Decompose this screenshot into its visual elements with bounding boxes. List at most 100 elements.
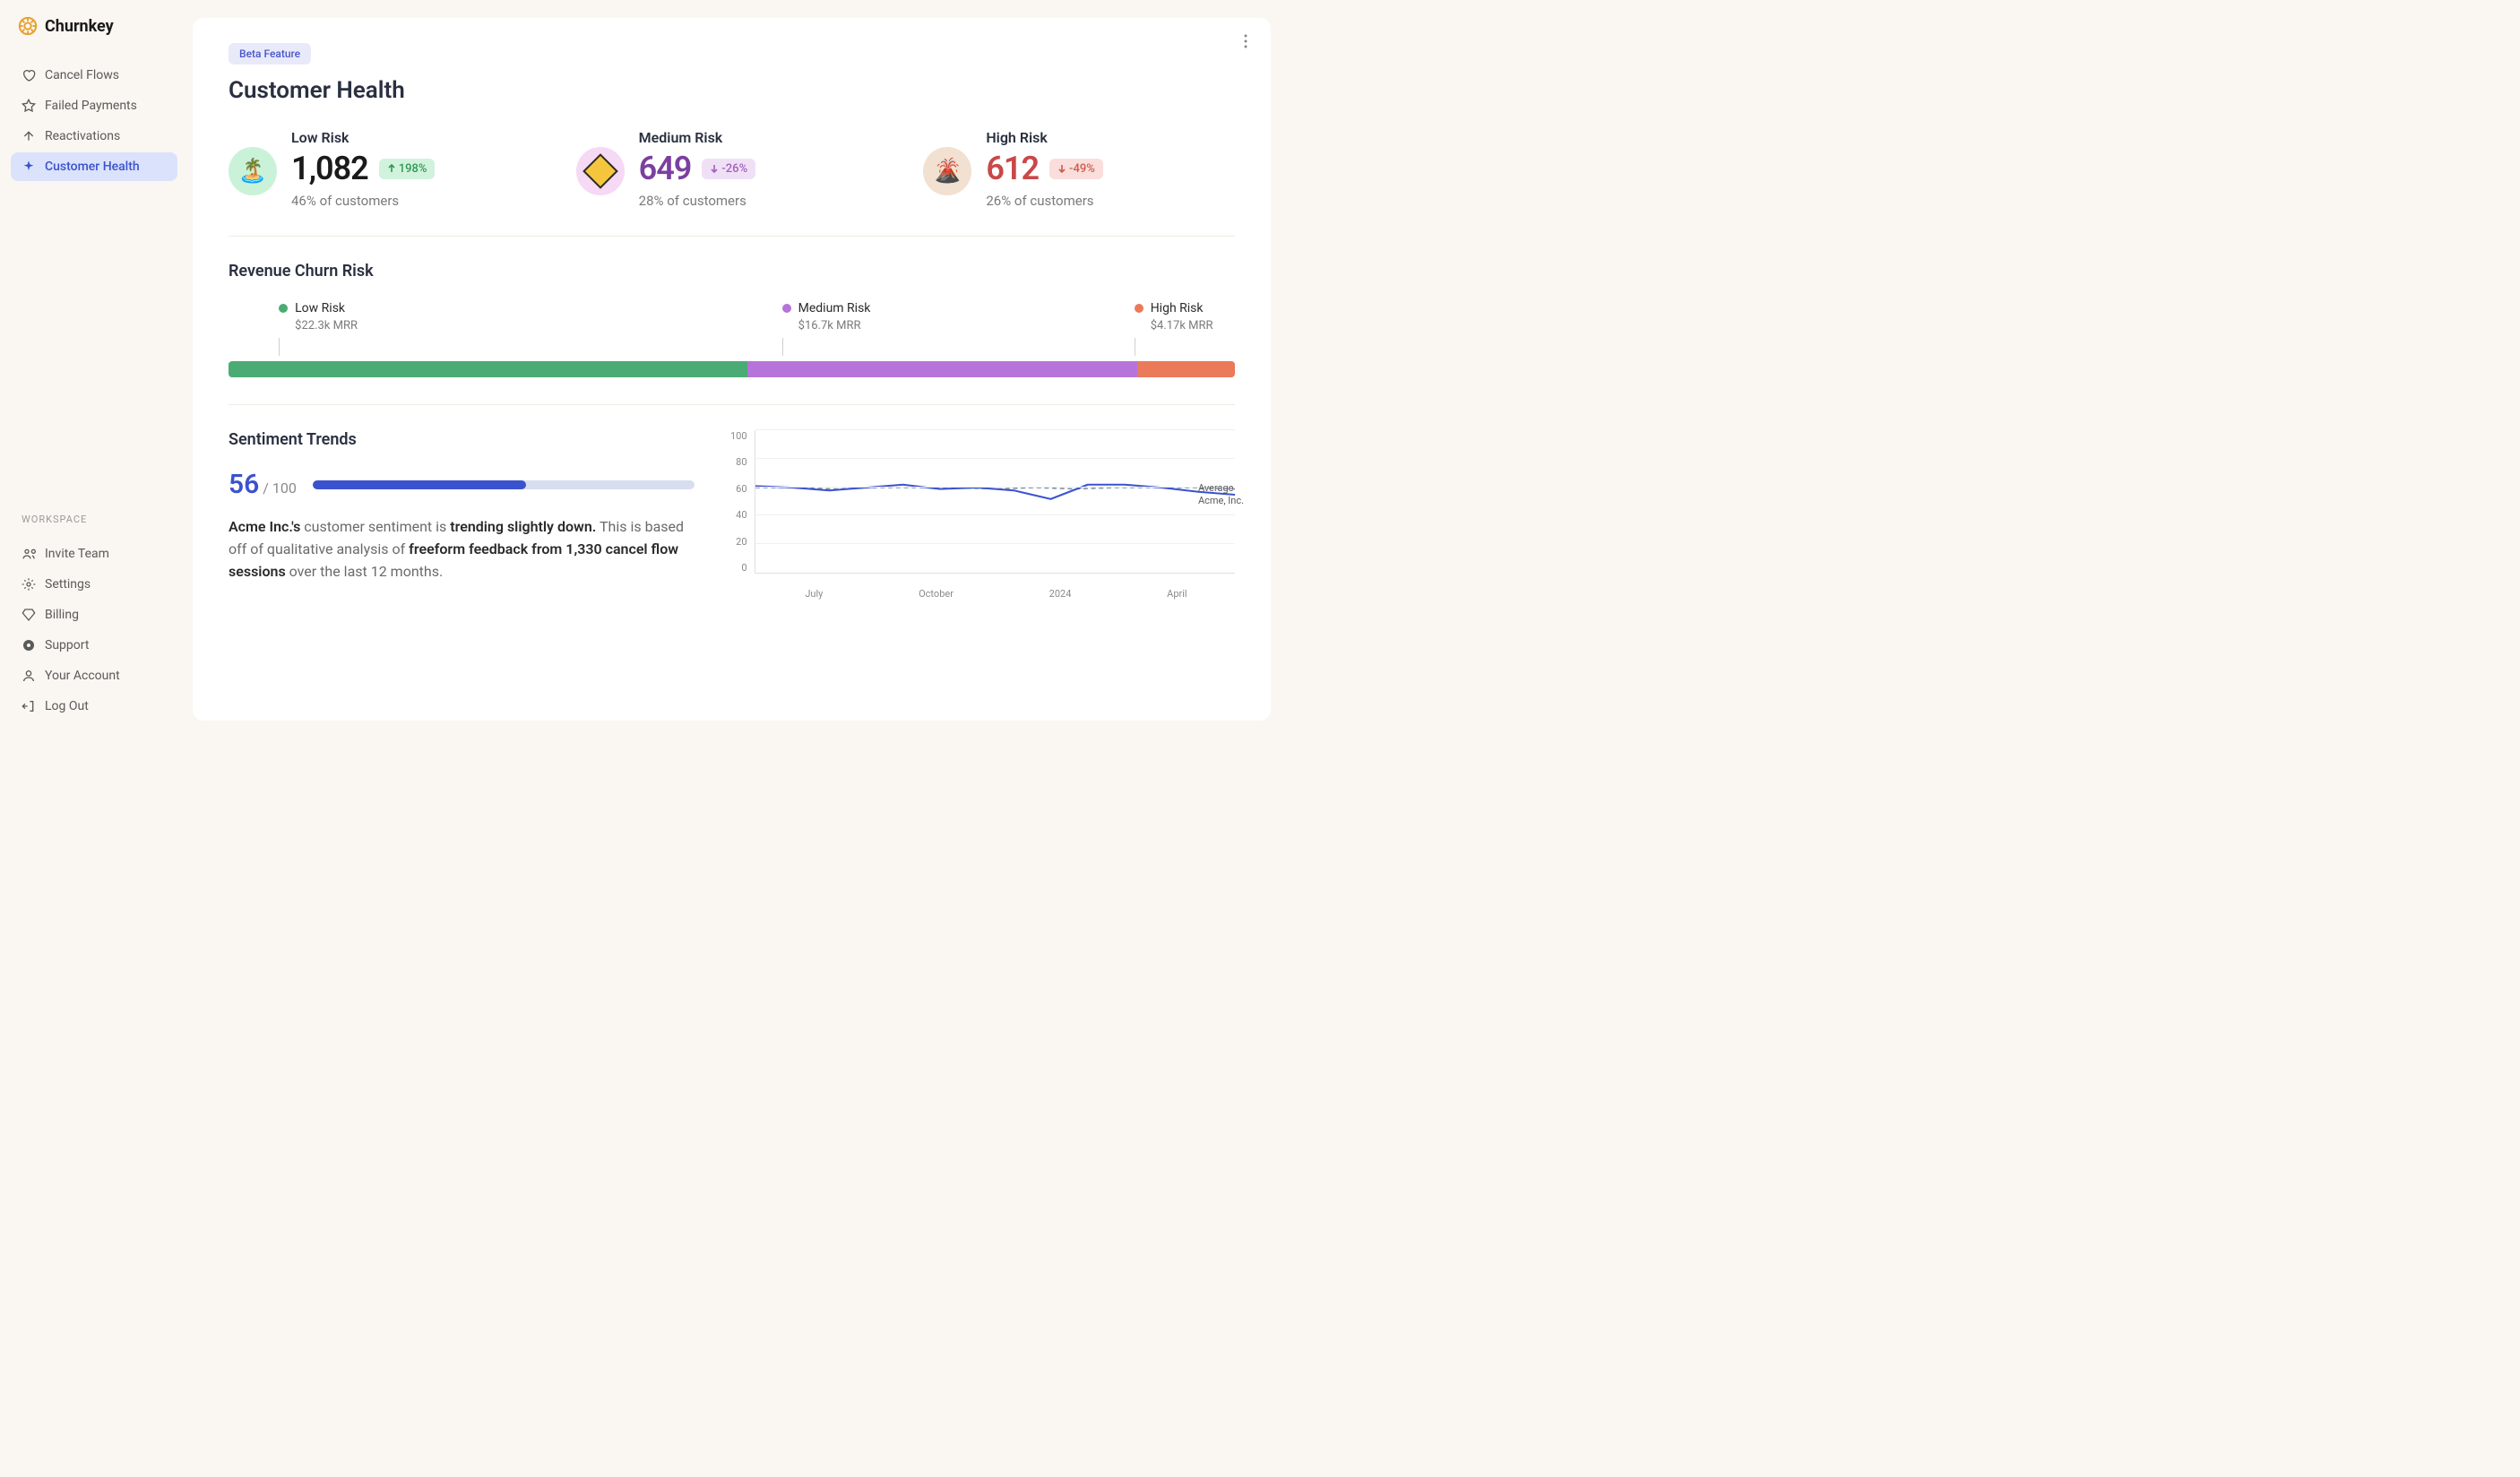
- legend-label: Medium Risk: [798, 300, 871, 318]
- users-icon: [22, 547, 36, 561]
- nav-cancel-flows[interactable]: Cancel Flows: [11, 61, 177, 90]
- delta-badge: -26%: [702, 159, 755, 179]
- risk-value: 649: [639, 150, 692, 187]
- risk-card-medium: Medium Risk 649 -26% 28% of customers: [576, 129, 888, 209]
- risk-card-high: 🌋 High Risk 612 -49% 26% of customers: [923, 129, 1235, 209]
- y-axis: 100806040200: [730, 430, 755, 574]
- nav-invite-team[interactable]: Invite Team: [11, 540, 177, 568]
- logo-icon: [18, 16, 38, 36]
- workspace-heading: WORKSPACE: [11, 506, 177, 532]
- sentiment-text: Acme Inc.'s customer sentiment is trendi…: [229, 516, 695, 583]
- sentiment-section: Sentiment Trends 56 / 100 Acme Inc.'s cu…: [229, 430, 1235, 600]
- arrow-up-icon: [22, 129, 36, 143]
- risk-sub: 46% of customers: [291, 193, 540, 209]
- risk-label: Medium Risk: [639, 129, 888, 146]
- delta-badge: -49%: [1049, 159, 1103, 179]
- dot-icon: [1135, 304, 1143, 313]
- legend-tick: [782, 338, 783, 356]
- arrow-down-icon: [1057, 164, 1066, 173]
- beta-badge: Beta Feature: [229, 43, 311, 65]
- chart-legend: Average Acme, Inc.: [1198, 482, 1244, 508]
- logout-icon: [22, 699, 36, 713]
- nav-label: Your Account: [45, 669, 120, 683]
- nav-workspace: Invite Team Settings Billing Support You…: [11, 540, 177, 722]
- page-title: Customer Health: [229, 77, 1235, 104]
- legend-label: High Risk: [1151, 300, 1213, 318]
- nav-failed-payments[interactable]: Failed Payments: [11, 91, 177, 120]
- bar-segment-high: [1137, 361, 1235, 377]
- bar-segment-low: [229, 361, 747, 377]
- nav-reactivations[interactable]: Reactivations: [11, 122, 177, 151]
- x-axis: JulyOctober2024April: [757, 588, 1235, 600]
- revenue-section: Revenue Churn Risk Low Risk $22.3k MRR M…: [229, 262, 1235, 405]
- revenue-legend: Low Risk $22.3k MRR Medium Risk $16.7k M…: [229, 300, 1235, 336]
- sentiment-score: 56: [229, 469, 259, 500]
- main-content: Beta Feature Customer Health 🏝️ Low Risk…: [188, 0, 1289, 738]
- delta-badge: 198%: [379, 159, 436, 179]
- risk-sub: 28% of customers: [639, 193, 888, 209]
- sentiment-score-row: 56 / 100: [229, 469, 695, 500]
- nav-customer-health[interactable]: Customer Health: [11, 152, 177, 181]
- arrow-up-icon: [387, 164, 396, 173]
- dots-vertical-icon: [1244, 34, 1247, 48]
- legend-value: $16.7k MRR: [798, 318, 871, 334]
- delta-value: 198%: [399, 162, 427, 176]
- nav-label: Reactivations: [45, 129, 120, 143]
- risk-value: 1,082: [291, 150, 368, 187]
- nav-label: Failed Payments: [45, 99, 137, 113]
- section-title: Sentiment Trends: [229, 430, 695, 449]
- sentiment-max: / 100: [263, 479, 297, 497]
- nav-support[interactable]: Support: [11, 631, 177, 660]
- more-menu-button[interactable]: [1237, 30, 1255, 52]
- legend-tick: [279, 338, 280, 356]
- legend-label: Low Risk: [295, 300, 358, 318]
- sentiment-bar: [313, 480, 695, 489]
- nav-logout[interactable]: Log Out: [11, 692, 177, 721]
- risk-summary-row: 🏝️ Low Risk 1,082 198% 46% of customers: [229, 129, 1235, 237]
- nav-label: Cancel Flows: [45, 68, 119, 82]
- brand-logo[interactable]: Churnkey: [11, 16, 177, 54]
- nav-label: Invite Team: [45, 547, 109, 561]
- risk-label: Low Risk: [291, 129, 540, 146]
- lifebuoy-icon: [22, 638, 36, 652]
- nav-label: Support: [45, 638, 89, 652]
- star-icon: [22, 99, 36, 113]
- legend-low: Low Risk $22.3k MRR: [279, 300, 358, 334]
- chart-plot: [755, 430, 1235, 574]
- risk-sub: 26% of customers: [986, 193, 1235, 209]
- bar-segment-medium: [747, 361, 1137, 377]
- brand-name: Churnkey: [45, 17, 114, 36]
- legend-label-avg: Average: [1198, 482, 1244, 495]
- island-icon: 🏝️: [229, 147, 277, 195]
- dot-icon: [782, 304, 791, 313]
- nav-label: Settings: [45, 577, 91, 592]
- heart-icon: [22, 68, 36, 82]
- risk-label: High Risk: [986, 129, 1235, 146]
- legend-high: High Risk $4.17k MRR: [1135, 300, 1213, 334]
- sidebar: Churnkey Cancel Flows Failed Payments Re…: [0, 0, 188, 738]
- nav-label: Billing: [45, 608, 79, 622]
- risk-value: 612: [986, 150, 1039, 187]
- sparkle-icon: [22, 160, 36, 174]
- revenue-bar: [229, 361, 1235, 377]
- legend-value: $4.17k MRR: [1151, 318, 1213, 334]
- content-card: Beta Feature Customer Health 🏝️ Low Risk…: [193, 18, 1271, 721]
- nav-label: Customer Health: [45, 160, 140, 174]
- nav-account[interactable]: Your Account: [11, 661, 177, 690]
- user-icon: [22, 669, 36, 683]
- diamond-icon: [22, 608, 36, 622]
- dot-icon: [279, 304, 288, 313]
- nav-main: Cancel Flows Failed Payments Reactivatio…: [11, 61, 177, 183]
- arrow-down-icon: [710, 164, 719, 173]
- nav-billing[interactable]: Billing: [11, 600, 177, 629]
- risk-card-low: 🏝️ Low Risk 1,082 198% 46% of customers: [229, 129, 540, 209]
- warning-sign-icon: [576, 147, 625, 195]
- delta-value: -49%: [1069, 162, 1095, 176]
- legend-label-company: Acme, Inc.: [1198, 495, 1244, 507]
- section-title: Revenue Churn Risk: [229, 262, 1235, 281]
- nav-label: Log Out: [45, 699, 89, 713]
- nav-settings[interactable]: Settings: [11, 570, 177, 599]
- volcano-icon: 🌋: [923, 147, 971, 195]
- sentiment-bar-fill: [313, 480, 527, 489]
- legend-value: $22.3k MRR: [295, 318, 358, 334]
